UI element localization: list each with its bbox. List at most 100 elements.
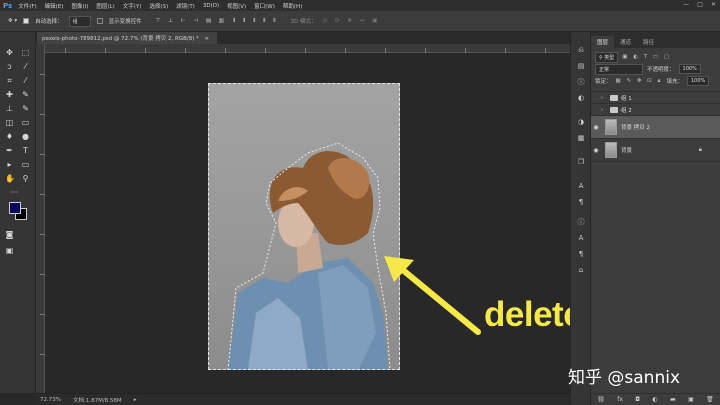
annotation-arrow <box>384 256 481 335</box>
menu-filter[interactable]: 滤镜(T) <box>176 2 195 10</box>
char-styles-icon[interactable]: A <box>576 234 586 243</box>
clone-stamp-icon[interactable]: ⊥ <box>5 104 14 113</box>
healing-brush-icon[interactable]: ✚ <box>5 90 14 99</box>
auto-select-checkbox[interactable] <box>23 18 30 24</box>
distribute-icons[interactable]: ⫴ ⫴ ⫴ ⫴ ⫴ <box>233 18 279 25</box>
menu-window[interactable]: 窗口(W) <box>254 2 275 10</box>
menu-layer[interactable]: 图层(L) <box>96 2 114 10</box>
hand-tool-icon[interactable]: ✋ <box>5 174 15 183</box>
delete-layer-icon[interactable]: 🗑︎ <box>706 396 714 403</box>
move-tool-icon[interactable]: ✥ ▾ <box>8 18 17 24</box>
character-panel-icon[interactable]: A <box>576 182 586 191</box>
quick-select-tool-icon[interactable]: ⁄ <box>21 62 30 71</box>
tab-paths[interactable]: 路径 <box>637 36 660 48</box>
eye-icon[interactable]: ◉ <box>591 124 601 131</box>
menu-file[interactable]: 文件(F) <box>18 2 36 10</box>
3d-mode-icons[interactable]: ◎ ⟳ ✥ ↔ ▣ <box>323 18 381 24</box>
menu-view[interactable]: 视图(V) <box>227 2 246 10</box>
menu-bar: Ps 文件(F) 编辑(E) 图像(I) 图层(L) 文字(Y) 选择(S) 滤… <box>0 0 720 11</box>
layer-row[interactable]: ◉ 背景 🔒︎ <box>591 139 720 162</box>
type-tool-icon[interactable]: T <box>21 146 30 155</box>
lasso-tool-icon[interactable]: ↄ <box>5 62 14 71</box>
zoom-level[interactable]: 72.73% <box>40 397 61 403</box>
maximize-button[interactable]: □ <box>697 1 703 8</box>
zoom-tool-icon[interactable]: ⚲ <box>21 174 30 183</box>
menu-select[interactable]: 选择(S) <box>149 2 168 10</box>
history-panel-icon[interactable]: ⎌ <box>576 46 586 55</box>
opacity-input[interactable]: 100% <box>678 64 701 74</box>
properties-panel-icon[interactable]: ⓘ <box>576 218 586 227</box>
info-panel-icon[interactable]: ⓘ <box>576 78 586 87</box>
histogram-panel-icon[interactable]: ▤ <box>576 62 586 71</box>
layer-filter-dropdown[interactable]: ⚲ 类型 <box>595 51 619 63</box>
menu-help[interactable]: 帮助(H) <box>283 2 302 10</box>
gradient-tool-icon[interactable]: ▭ <box>21 118 30 127</box>
history-brush-icon[interactable]: ✎ <box>21 104 30 113</box>
rectangle-tool-icon[interactable]: ▭ <box>21 160 30 169</box>
new-group-icon[interactable]: ▬ <box>670 396 676 403</box>
pen-tool-icon[interactable]: ✒ <box>5 146 14 155</box>
eraser-tool-icon[interactable]: ◫ <box>5 118 14 127</box>
menu-edit[interactable]: 编辑(E) <box>45 2 64 10</box>
horizontal-ruler[interactable] <box>45 44 570 53</box>
close-button[interactable]: ✕ <box>711 1 716 8</box>
layer-row[interactable]: ◉ 背景 拷贝 2 <box>591 116 720 139</box>
color-panel-icon[interactable]: ◐ <box>576 94 586 103</box>
eye-icon[interactable]: ◉ <box>591 147 601 154</box>
quick-mask-icon[interactable]: ◙ <box>5 230 14 239</box>
swatches-panel-icon[interactable]: ▦ <box>576 134 586 143</box>
align-icons[interactable]: ⊤ ⊥ ⊢ ⊣ ▤ ▥ <box>156 18 227 24</box>
expand-chevron-icon[interactable]: › <box>601 107 607 113</box>
auto-select-dropdown[interactable]: 组 <box>68 15 91 27</box>
fill-input[interactable]: 100% <box>686 76 710 86</box>
layers-panel: 图层 通道 路径 ⚲ 类型 ▣ ◐ T ▭ ▢ 正常 不透明度： 100% 锁定… <box>591 32 720 405</box>
layer-row[interactable]: › 组 1 <box>591 92 720 104</box>
tab-channels[interactable]: 通道 <box>614 36 637 48</box>
adjustment-layer-icon[interactable]: ◐ <box>652 396 657 403</box>
show-transform-checkbox[interactable] <box>96 18 103 24</box>
menu-image[interactable]: 图像(I) <box>71 2 88 10</box>
layer-row[interactable]: › 组 2 <box>591 104 720 116</box>
adjustments-panel-icon[interactable]: ◑ <box>576 118 586 127</box>
filter-icons[interactable]: ▣ ◐ T ▭ ▢ <box>622 54 671 60</box>
dodge-tool-icon[interactable]: ● <box>21 132 30 141</box>
layer-name: 背景 拷贝 2 <box>621 125 650 131</box>
marquee-tool-icon[interactable]: ⬚ <box>21 48 30 57</box>
menu-3d[interactable]: 3D(D) <box>203 3 219 9</box>
document-tab[interactable]: pexels-photo-789812.psd @ 72.7% (背景 拷贝 2… <box>37 32 217 44</box>
minimize-button[interactable]: — <box>683 1 689 8</box>
move-tool-icon[interactable]: ✥ <box>5 48 14 57</box>
layer-name: 背景 <box>621 148 633 154</box>
path-select-icon[interactable]: ▸ <box>5 160 14 169</box>
blur-tool-icon[interactable]: ♦ <box>5 132 14 141</box>
lock-icons[interactable]: ▦ ✎ ✥ ⊡ 🔒︎ <box>616 78 663 85</box>
expand-chevron-icon[interactable]: › <box>601 95 607 101</box>
window-controls: — □ ✕ <box>683 1 716 8</box>
canvas-area[interactable] <box>45 53 570 393</box>
para-styles-icon[interactable]: ¶ <box>576 250 586 259</box>
document-tab-close-icon[interactable]: × <box>205 36 210 42</box>
eyedropper-tool-icon[interactable]: ⁄ <box>21 76 30 85</box>
photoshop-logo[interactable]: Ps <box>0 2 18 10</box>
tab-layers[interactable]: 图层 <box>591 36 615 48</box>
libraries-panel-icon[interactable]: ❐ <box>576 158 586 167</box>
vertical-ruler[interactable] <box>36 44 45 393</box>
brush-tool-icon[interactable]: ✎ <box>21 90 30 99</box>
document-size[interactable]: 文档:1.87M/8.58M <box>73 396 122 404</box>
link-layers-icon[interactable]: ⛓ <box>597 396 605 403</box>
menu-type[interactable]: 文字(Y) <box>123 2 142 10</box>
blend-mode-dropdown[interactable]: 正常 <box>595 63 643 75</box>
document-image[interactable] <box>208 83 400 370</box>
glyphs-icon[interactable]: ⌂ <box>576 266 586 275</box>
more-tools-icon[interactable]: ··· <box>10 188 19 197</box>
layer-list: › 组 1 › 组 2 ◉ 背景 拷贝 2 ◉ 背景 🔒︎ <box>591 91 720 162</box>
new-layer-icon[interactable]: ▣ <box>688 396 694 403</box>
status-arrow-icon[interactable]: ▸ <box>134 397 137 403</box>
lock-row: 锁定： ▦ ✎ ✥ ⊡ 🔒︎ 填充： 100% <box>591 75 720 87</box>
fx-icon[interactable]: fx <box>617 396 623 403</box>
crop-tool-icon[interactable]: ⌗ <box>5 76 14 85</box>
screen-mode-icon[interactable]: ▣ <box>5 246 14 255</box>
paragraph-panel-icon[interactable]: ¶ <box>576 198 586 207</box>
foreground-color-swatch[interactable] <box>9 202 21 214</box>
add-mask-icon[interactable]: ◘ <box>635 396 640 403</box>
